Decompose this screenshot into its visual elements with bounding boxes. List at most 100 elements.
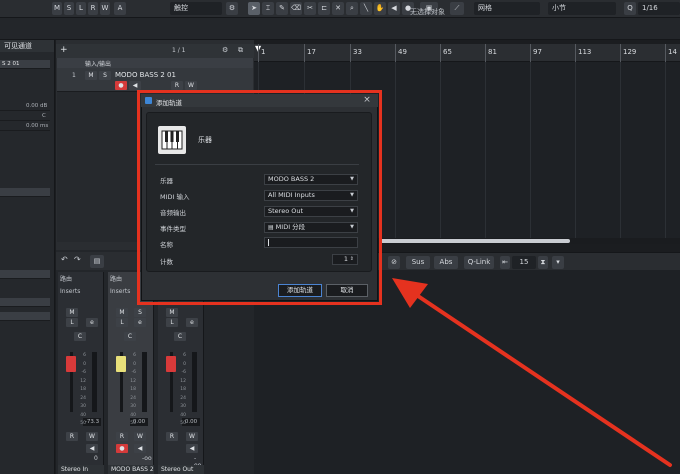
pointer-icon[interactable]: ➤ xyxy=(248,2,260,15)
settings-icon[interactable]: ⚙ xyxy=(222,46,228,54)
strip-listen-button[interactable]: L xyxy=(66,318,78,327)
record-enable-icon[interactable]: ● xyxy=(116,444,128,453)
strip-edit-icon[interactable]: e xyxy=(134,318,146,327)
inserts-label: Inserts xyxy=(60,288,81,295)
ruler-number: 14 xyxy=(668,48,677,56)
input-output-label: 输入/输出 xyxy=(85,61,112,68)
track-solo-button[interactable]: S xyxy=(99,71,111,80)
strip-number: 0 xyxy=(94,455,98,462)
fader-scale-label: 12 xyxy=(130,378,136,384)
ruler-number: 49 xyxy=(398,48,407,56)
track-write-button[interactable]: W xyxy=(185,81,197,90)
quantize-select[interactable]: 1/16 xyxy=(638,2,680,15)
inspector-section[interactable] xyxy=(0,188,50,197)
inspector-delay[interactable]: 0.00 ms xyxy=(0,122,50,131)
strip-pan-icon[interactable]: C xyxy=(124,332,136,341)
solo-mode-button[interactable]: S xyxy=(64,2,74,15)
strip-pan-icon[interactable]: C xyxy=(74,332,86,341)
line-tool-icon[interactable]: ╲ xyxy=(360,2,372,15)
redo-icon[interactable]: ↷ xyxy=(74,255,81,264)
write-mode-button[interactable]: W xyxy=(100,2,110,15)
hand-icon[interactable]: ✋ xyxy=(374,2,386,15)
track-read-button[interactable]: R xyxy=(171,81,183,90)
strip-edit-icon[interactable]: e xyxy=(186,318,198,327)
strip-fader[interactable] xyxy=(66,356,76,372)
mute-tool-icon[interactable]: ✕ xyxy=(332,2,344,15)
strip-edit-icon[interactable]: e xyxy=(86,318,98,327)
strip-mute-button[interactable]: M xyxy=(66,308,78,317)
fader-scale-label: 0 xyxy=(83,361,86,367)
mixer-view-icon[interactable]: ▤ xyxy=(90,255,104,268)
chevron-down-icon[interactable]: ▾ xyxy=(552,256,564,269)
inspector-section[interactable] xyxy=(0,270,50,279)
fader-scale-label: 40 xyxy=(180,412,186,418)
quantize-icon[interactable]: Q xyxy=(624,2,636,15)
strip-write-button[interactable]: W xyxy=(186,432,198,441)
undo-icon[interactable]: ↶ xyxy=(61,255,68,264)
strip-solo-button[interactable]: S xyxy=(134,308,146,317)
inspector-section[interactable] xyxy=(0,298,50,307)
glue-icon[interactable]: ⊏ xyxy=(318,2,330,15)
strip-read-button[interactable]: R xyxy=(166,432,178,441)
fader-scale-label: 24 xyxy=(180,395,186,401)
strip-fader[interactable] xyxy=(116,356,126,372)
strip-write-button[interactable]: W xyxy=(86,432,98,441)
track-mute-button[interactable]: M xyxy=(85,71,97,80)
scissors-icon[interactable]: ✂ xyxy=(304,2,316,15)
zoom-icon[interactable]: ⌕ xyxy=(346,2,358,15)
input-output-header[interactable]: 输入/输出 xyxy=(57,58,253,68)
mute-mode-button[interactable]: M xyxy=(52,2,62,15)
inspector-pan[interactable]: C xyxy=(0,112,50,121)
record-enable-icon[interactable]: ● xyxy=(115,81,127,90)
ruler[interactable]: ▼ 1 17 33 49 65 81 97 113 129 14 xyxy=(254,44,680,62)
strip-fader[interactable] xyxy=(166,356,176,372)
strip-read-button[interactable]: R xyxy=(116,432,128,441)
range-tool-icon[interactable]: ⌶ xyxy=(262,2,274,15)
monitor-icon[interactable]: ◀ xyxy=(129,81,141,90)
strip-pan-icon[interactable]: C xyxy=(174,332,186,341)
strip-number: -oo xyxy=(142,455,152,462)
strip-write-button[interactable]: W xyxy=(134,432,146,441)
sus-button[interactable]: Sus xyxy=(406,256,430,269)
snap-toggle-icon[interactable]: ⟋ xyxy=(450,2,464,15)
track-name[interactable]: MODO BASS 2 01 xyxy=(115,71,176,79)
ruler-number: 81 xyxy=(488,48,497,56)
strip-mute-button[interactable]: M xyxy=(116,308,128,317)
abs-button[interactable]: Abs xyxy=(434,256,458,269)
track-row[interactable]: 1 M S MODO BASS 2 01 ● ◀ R W xyxy=(57,68,253,92)
grid-type-select[interactable]: 小节 xyxy=(548,2,616,15)
speaker-icon[interactable]: ◀ xyxy=(134,444,146,453)
horizontal-scrollbar-thumb[interactable] xyxy=(380,239,570,243)
loop-icon[interactable]: ⊘ xyxy=(388,256,400,269)
fader-scale: 6 0 -6 12 18 24 30 40 50 xyxy=(78,352,86,429)
window-icon[interactable]: ⧉ xyxy=(238,46,243,55)
inspector-section[interactable] xyxy=(0,312,50,321)
qlink-button[interactable]: Q-Link xyxy=(464,256,494,269)
step-icon[interactable]: ⇤ xyxy=(500,256,510,269)
pencil-icon[interactable]: ✎ xyxy=(276,2,288,15)
speaker-icon[interactable]: ◀ xyxy=(388,2,400,15)
step-value[interactable]: 15 xyxy=(512,256,536,269)
inspector-volume[interactable]: 0.00 dB xyxy=(0,102,50,111)
inspector-track-name[interactable]: S 2 01 xyxy=(0,60,50,69)
strip-read-button[interactable]: R xyxy=(66,432,78,441)
snap-type-select[interactable]: 网格 xyxy=(474,2,540,15)
speaker-icon[interactable]: ◀ xyxy=(186,444,198,453)
eraser-icon[interactable]: ⌫ xyxy=(290,2,302,15)
strip-listen-button[interactable]: L xyxy=(166,318,178,327)
fader-scale-label: 6 xyxy=(183,353,186,358)
strip-listen-button[interactable]: L xyxy=(116,318,128,327)
speaker-icon[interactable]: ◀ xyxy=(86,444,98,453)
strip-name: MODO BASS 2 xyxy=(108,465,154,474)
add-track-icon[interactable]: + xyxy=(60,45,68,55)
track-number: 1 xyxy=(72,72,76,79)
listen-mode-button[interactable]: L xyxy=(76,2,86,15)
ruler-number: 33 xyxy=(353,48,362,56)
status-bar xyxy=(0,18,680,40)
automation-button[interactable]: A xyxy=(114,2,126,15)
step-spin-icon[interactable]: ⧗ xyxy=(538,256,548,269)
strip-mute-button[interactable]: M xyxy=(166,308,178,317)
automation-mode-select[interactable]: 触控 xyxy=(170,2,222,15)
gear-icon[interactable]: ⚙ xyxy=(226,2,238,15)
read-mode-button[interactable]: R xyxy=(88,2,98,15)
